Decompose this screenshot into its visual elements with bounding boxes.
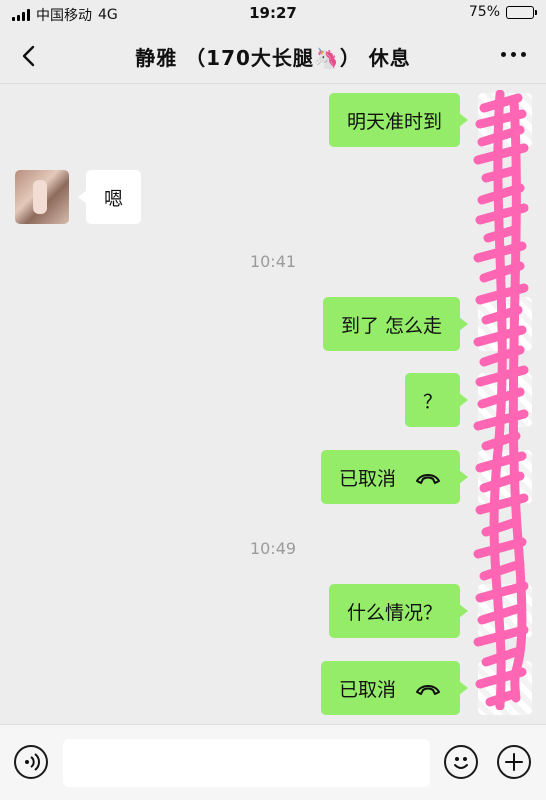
ellipsis-icon[interactable] <box>501 52 526 57</box>
message-bubble-outgoing[interactable]: 什么情况？ <box>328 584 469 638</box>
battery-icon <box>506 5 537 19</box>
message-text: ？ <box>422 390 442 413</box>
my-avatar[interactable] <box>478 584 532 638</box>
message-text: 已取消 <box>338 678 396 701</box>
clock: 19:27 <box>249 4 297 22</box>
message-text: 嗯 <box>104 187 124 210</box>
timestamp: 10:41 <box>249 252 297 271</box>
status-bar: 中国移动 4G 19:27 75% <box>0 0 546 28</box>
message-bubble-outgoing[interactable]: 明天准时到 <box>328 93 469 147</box>
message-bubble-incoming[interactable]: 嗯 <box>77 170 142 224</box>
contact-avatar[interactable] <box>15 170 69 224</box>
my-avatar[interactable] <box>478 297 532 351</box>
message-text: 已取消 <box>338 467 396 490</box>
my-avatar[interactable] <box>478 93 532 147</box>
chat-title: 静雅 （170大长腿🦄） 休息 <box>135 46 411 70</box>
phone-hangup-icon <box>414 680 442 696</box>
status-right: 75% <box>468 4 537 20</box>
input-bar <box>0 724 546 800</box>
chevron-left-icon[interactable] <box>16 42 44 70</box>
message-text: 到了 怎么走 <box>340 314 442 337</box>
voice-icon[interactable] <box>14 745 48 779</box>
phone-hangup-icon <box>414 469 442 485</box>
call-cancelled-bubble[interactable]: 已取消 <box>320 450 469 504</box>
message-input[interactable] <box>63 739 430 787</box>
emoji-icon[interactable] <box>444 745 478 779</box>
battery-percent: 75% <box>468 4 500 20</box>
call-cancelled-bubble[interactable]: 已取消 <box>320 661 469 715</box>
message-bubble-outgoing[interactable]: 到了 怎么走 <box>322 297 469 351</box>
message-bubble-outgoing[interactable]: ？ <box>404 373 469 427</box>
nav-bar: 静雅 （170大长腿🦄） 休息 <box>0 28 546 84</box>
timestamp: 10:49 <box>249 539 297 558</box>
message-text: 什么情况？ <box>346 601 442 624</box>
message-list[interactable]: 明天准时到 嗯 10:41 到了 怎么走 ？ 已取消 10:49 什么情况？ 已… <box>0 84 546 724</box>
my-avatar[interactable] <box>478 450 532 504</box>
my-avatar[interactable] <box>478 373 532 427</box>
plus-icon[interactable] <box>497 745 531 779</box>
my-avatar[interactable] <box>478 661 532 715</box>
message-text: 明天准时到 <box>346 110 442 133</box>
